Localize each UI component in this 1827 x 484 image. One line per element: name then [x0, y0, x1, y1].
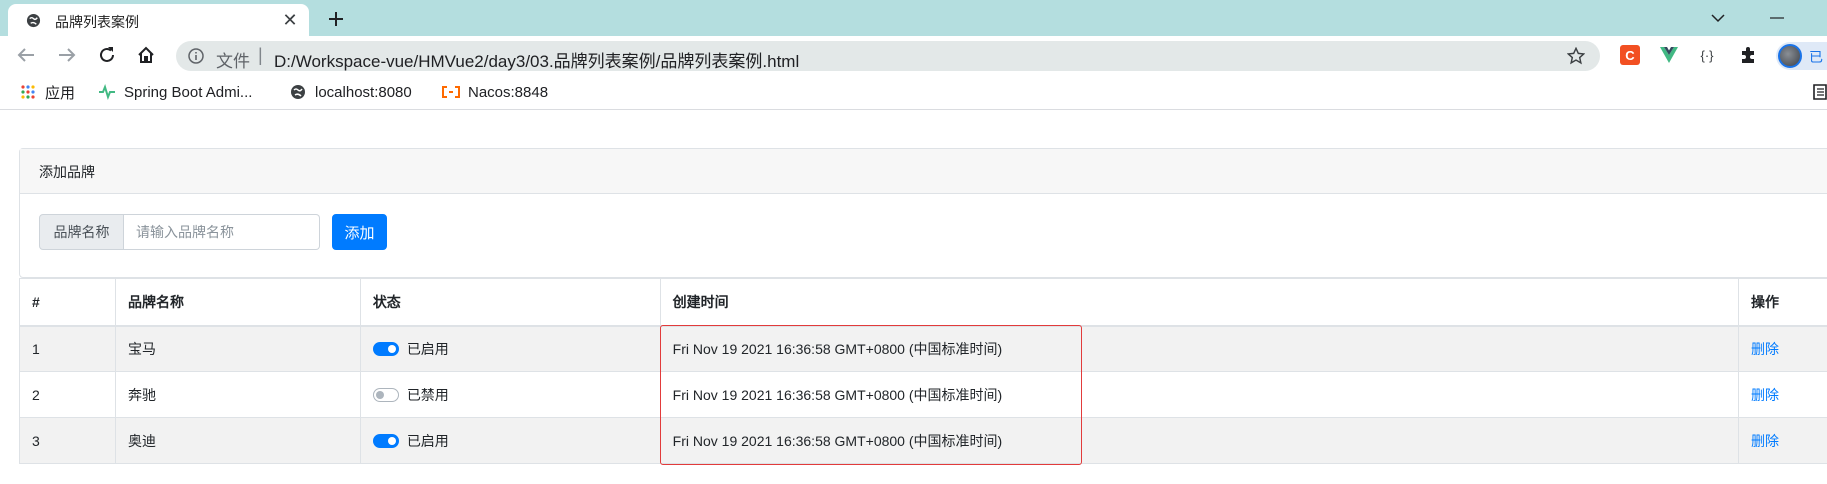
delete-link[interactable]: 删除 [1751, 387, 1779, 403]
column-header-id: # [19, 278, 116, 327]
bookmark-label: localhost:8080 [315, 83, 412, 101]
bookmark-star-icon[interactable] [1567, 47, 1585, 65]
delete-link[interactable]: 删除 [1751, 433, 1779, 449]
address-separator: | [258, 45, 263, 65]
delete-link[interactable]: 删除 [1751, 341, 1779, 357]
toggle-off-icon[interactable] [372, 387, 399, 402]
nacos-icon [442, 83, 460, 101]
vue-devtools-icon[interactable] [1659, 45, 1679, 65]
row-actions: 删除 [1738, 371, 1827, 418]
bookmark-apps[interactable]: 应用 [19, 82, 75, 102]
profile-button[interactable]: 已 [1776, 42, 1827, 70]
add-brand-card: 添加品牌 品牌名称 添加 [19, 148, 1827, 278]
bookmark-nacos[interactable]: Nacos:8848 [442, 82, 548, 102]
reading-list-icon[interactable] [1812, 83, 1827, 101]
globe-icon [26, 13, 41, 28]
row-id: 1 [19, 325, 116, 372]
status-switch[interactable]: 已启用 [372, 431, 449, 451]
forward-icon[interactable] [55, 43, 79, 67]
bookmark-spring-boot-admin[interactable]: Spring Boot Admi... [98, 82, 252, 102]
row-actions: 删除 [1738, 325, 1827, 372]
address-scheme-label: 文件 [216, 52, 250, 71]
bookmark-localhost[interactable]: localhost:8080 [289, 82, 412, 102]
address-bar[interactable]: 文件 | D:/Workspace-vue/HMVue2/day3/03.品牌列… [176, 41, 1600, 71]
row-id: 2 [19, 371, 116, 418]
row-status: 已启用 [359, 417, 661, 464]
card-header: 添加品牌 [20, 149, 1827, 194]
ext-c-icon[interactable]: C [1620, 45, 1640, 65]
row-brand-name: 宝马 [114, 325, 361, 372]
status-switch[interactable]: 已启用 [372, 339, 449, 359]
new-tab-icon[interactable] [324, 7, 348, 31]
column-header-actions: 操作 [1738, 278, 1827, 327]
brand-name-input[interactable] [124, 214, 320, 250]
card-body: 品牌名称 添加 [20, 194, 1827, 278]
tab-strip: 品牌列表案例 ✕ [0, 0, 1827, 36]
apps-grid-icon [19, 83, 37, 101]
browser-toolbar: 文件 | D:/Workspace-vue/HMVue2/day3/03.品牌列… [0, 36, 1827, 74]
bookmark-label: Nacos:8848 [468, 83, 549, 101]
json-viewer-icon[interactable]: {·} [1697, 45, 1717, 65]
minimize-icon[interactable] [1767, 8, 1787, 28]
spring-boot-admin-icon [98, 83, 116, 101]
row-id: 3 [19, 417, 116, 464]
avatar [1778, 44, 1802, 68]
toggle-on-icon[interactable] [372, 433, 399, 448]
page-viewport: 添加品牌 品牌名称 添加 # 品牌名称 状态 创建时间 操作 1 宝马 [0, 111, 1827, 484]
row-brand-name: 奥迪 [114, 417, 361, 464]
globe-icon [289, 83, 307, 101]
row-brand-name: 奔驰 [114, 371, 361, 418]
add-button[interactable]: 添加 [332, 214, 387, 250]
back-icon[interactable] [14, 43, 38, 67]
status-label: 已启用 [406, 432, 449, 449]
info-icon[interactable] [188, 48, 204, 64]
column-header-status: 状态 [359, 278, 661, 327]
brand-name-label: 品牌名称 [39, 214, 124, 250]
row-status: 已启用 [359, 325, 661, 372]
toggle-on-icon[interactable] [372, 341, 399, 356]
status-switch[interactable]: 已禁用 [372, 385, 449, 405]
chevron-down-icon[interactable] [1708, 8, 1728, 28]
home-icon[interactable] [134, 43, 158, 67]
extensions-puzzle-icon[interactable] [1738, 45, 1758, 65]
browser-tab[interactable]: 品牌列表案例 ✕ [8, 4, 309, 36]
close-tab-icon[interactable]: ✕ [280, 10, 300, 30]
row-actions: 删除 [1738, 417, 1827, 464]
row-status: 已禁用 [359, 371, 661, 418]
column-header-created-time: 创建时间 [659, 278, 1740, 327]
brand-name-input-group: 品牌名称 [39, 214, 320, 250]
table-header-row: # 品牌名称 状态 创建时间 操作 [19, 278, 1827, 327]
status-label: 已启用 [406, 340, 449, 357]
bookmark-label: Spring Boot Admi... [124, 83, 253, 101]
address-url[interactable]: D:/Workspace-vue/HMVue2/day3/03.品牌列表案例/品… [274, 47, 799, 72]
profile-label: 已 [1809, 49, 1823, 65]
annotation-highlight-box [660, 325, 1082, 465]
bookmark-label: 应用 [45, 84, 76, 102]
status-label: 已禁用 [406, 386, 449, 403]
bookmarks-bar: 应用 Spring Boot Admi... localhost:8080 Na… [0, 74, 1827, 110]
tab-title: 品牌列表案例 [55, 14, 139, 30]
column-header-name: 品牌名称 [114, 278, 361, 327]
reload-icon[interactable] [95, 43, 119, 67]
